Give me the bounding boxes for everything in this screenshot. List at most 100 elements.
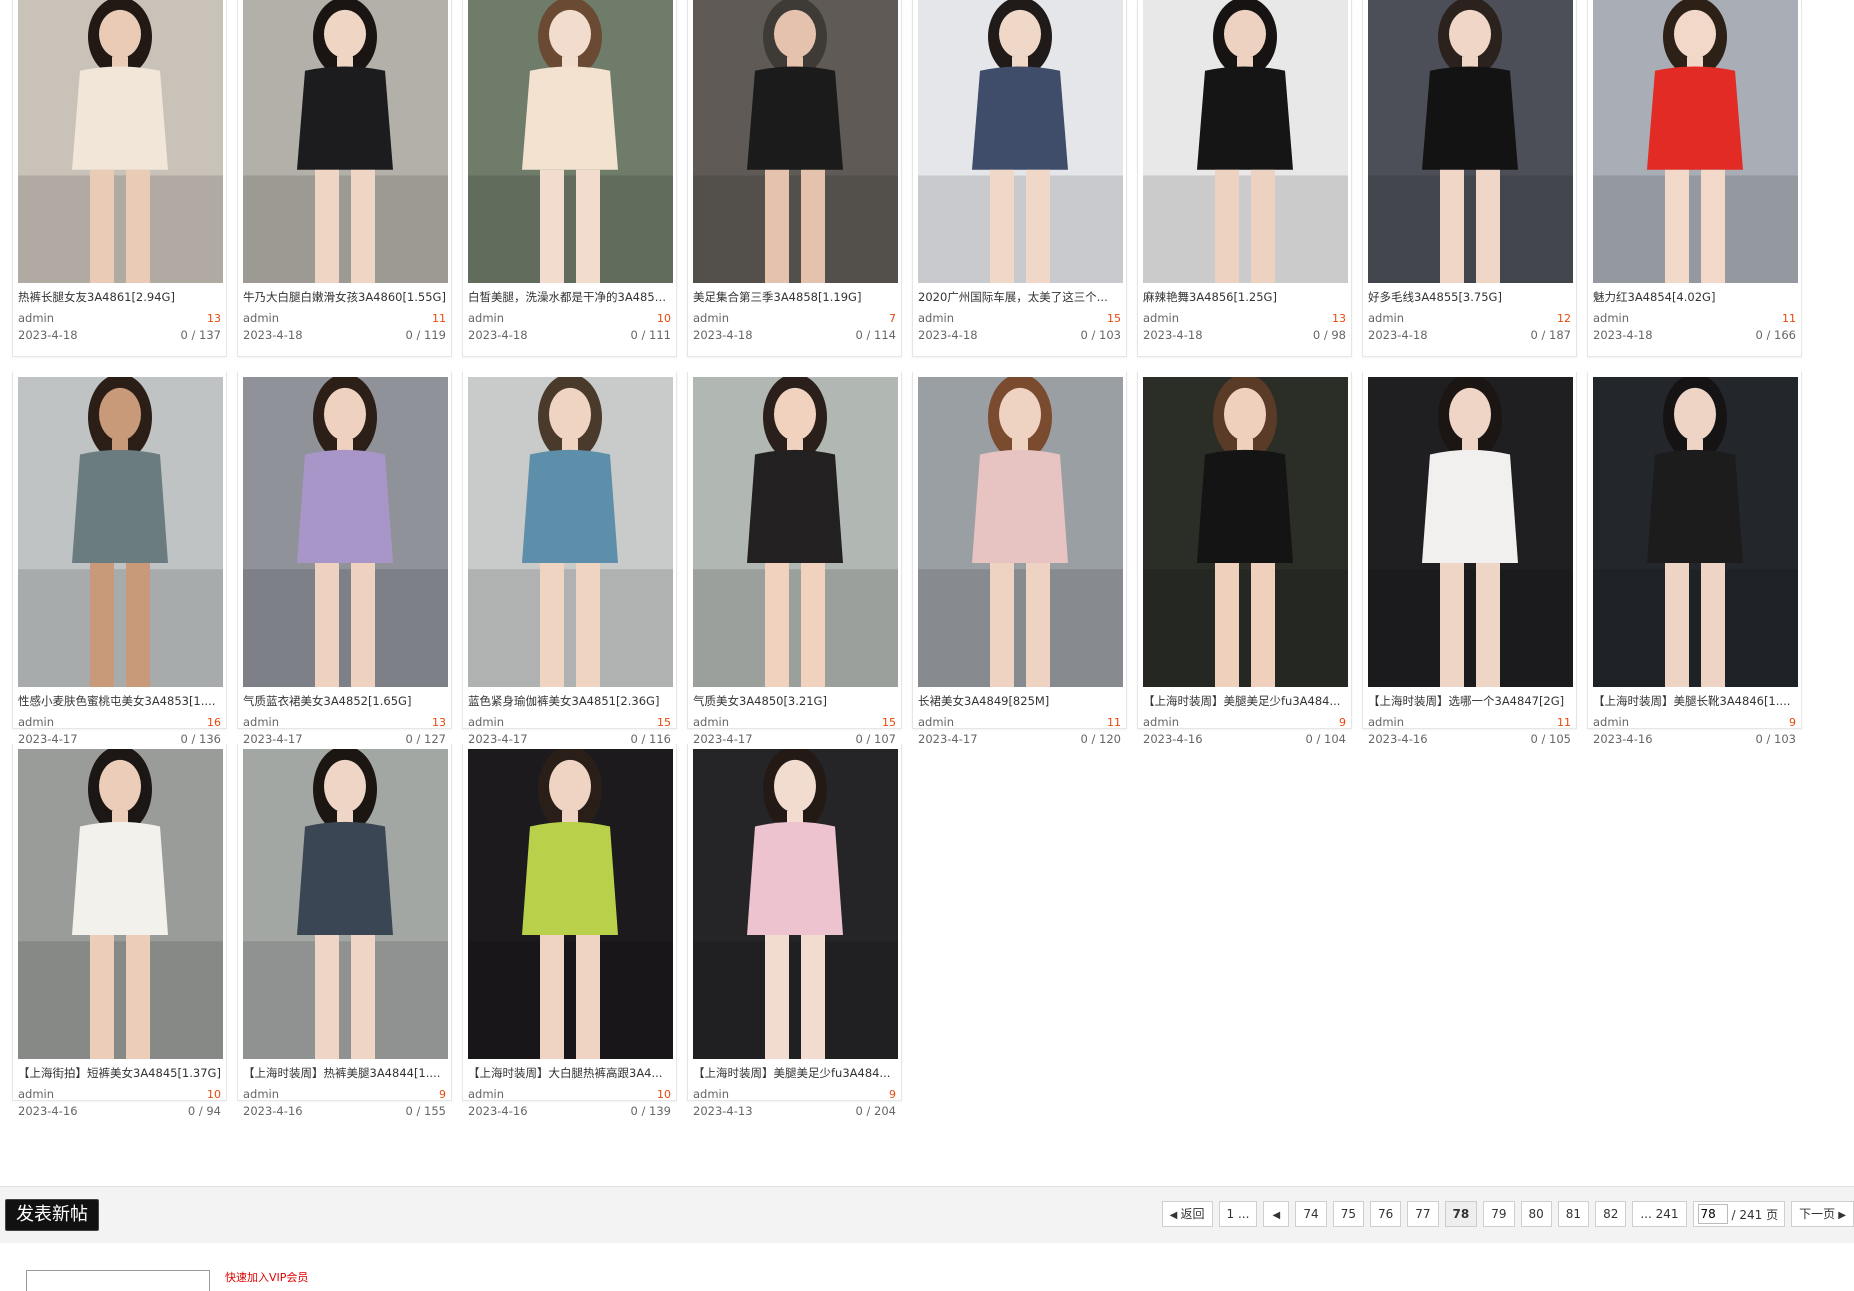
thread-date-line: 2023-4-18 0 / 166 <box>1593 327 1796 344</box>
current-page[interactable]: 78 <box>1444 1201 1478 1227</box>
thread-author[interactable]: admin <box>918 714 954 731</box>
thread-image-count: 9 <box>1789 716 1796 729</box>
thread-views: 0 / 166 <box>1755 328 1796 342</box>
thread-thumbnail[interactable] <box>18 377 223 687</box>
thread-author[interactable]: admin <box>243 714 279 731</box>
thread-thumbnail[interactable] <box>468 749 673 1059</box>
page-jump-input[interactable] <box>1697 1204 1728 1224</box>
thread-title[interactable]: 美足集合第三季3A4858[1.19G] <box>693 289 896 306</box>
thread-thumbnail[interactable] <box>243 749 448 1059</box>
page-link[interactable]: 81 <box>1557 1201 1590 1227</box>
page-link[interactable]: 82 <box>1595 1201 1627 1227</box>
thread-author[interactable]: admin <box>18 310 54 327</box>
thread-title[interactable]: 【上海时装周】美腿美足少fu3A484... <box>1143 693 1346 710</box>
thread-image-count: 12 <box>1557 312 1571 325</box>
thread-author[interactable]: admin <box>693 714 729 731</box>
thread-author-line: admin 11 <box>918 714 1121 731</box>
thread-image-count: 13 <box>207 312 221 325</box>
thread-title[interactable]: 气质美女3A4850[3.21G] <box>693 693 896 710</box>
thread-author[interactable]: admin <box>1593 310 1629 327</box>
thread-image-count: 13 <box>432 716 446 729</box>
thread-author[interactable]: admin <box>1143 714 1179 731</box>
last-page-link[interactable]: ... 241 <box>1632 1201 1687 1227</box>
thread-thumbnail[interactable] <box>243 377 448 687</box>
page-link[interactable]: 80 <box>1520 1201 1552 1227</box>
footer-note[interactable]: 快速加入VIP会员 <box>225 1269 308 1285</box>
thread-title[interactable]: 魅力红3A4854[4.02G] <box>1593 289 1796 306</box>
thread-title[interactable]: 【上海时装周】美腿美足少fu3A484... <box>693 1065 896 1082</box>
photo-placeholder <box>1368 377 1573 687</box>
thread-title[interactable]: 【上海时装周】美腿长靴3A4846[1.... <box>1593 693 1796 710</box>
thread-date-line: 2023-4-16 0 / 139 <box>468 1103 671 1120</box>
thread-thumbnail[interactable] <box>468 377 673 687</box>
first-page-link[interactable]: 1 ... <box>1218 1201 1258 1227</box>
next-page-button[interactable]: 下一页 ▶ <box>1791 1201 1854 1227</box>
thread-date: 2023-4-16 <box>243 1104 303 1118</box>
thread-card: 白皙美腿，洗澡水都是干净的3A4859... admin 10 2023-4-18 0 … <box>462 0 677 357</box>
thread-thumbnail[interactable] <box>1368 0 1573 283</box>
thread-title[interactable]: 【上海街拍】短裤美女3A4845[1.37G] <box>18 1065 221 1082</box>
thread-author[interactable]: admin <box>1368 714 1404 731</box>
thread-author[interactable]: admin <box>468 1086 504 1103</box>
thread-date: 2023-4-18 <box>693 328 753 342</box>
thread-thumbnail[interactable] <box>1593 377 1798 687</box>
thread-image-count: 9 <box>439 1088 446 1101</box>
thread-title[interactable]: 【上海时装周】大白腿热裤高跟3A4... <box>468 1065 671 1082</box>
thread-author[interactable]: admin <box>468 310 504 327</box>
thread-thumbnail[interactable] <box>243 0 448 283</box>
new-post-button[interactable]: 发表新帖 <box>5 1199 99 1231</box>
thread-title[interactable]: 热裤长腿女友3A4861[2.94G] <box>18 289 221 306</box>
thread-author[interactable]: admin <box>918 310 954 327</box>
thread-meta: 蓝色紧身瑜伽裤美女3A4851[2.36G] admin 15 2023-4-17 0 … <box>463 687 676 748</box>
thread-thumbnail[interactable] <box>1143 377 1348 687</box>
thread-author[interactable]: admin <box>693 310 729 327</box>
page-link[interactable]: 75 <box>1332 1201 1364 1227</box>
thread-author[interactable]: admin <box>1143 310 1179 327</box>
thread-title[interactable]: 好多毛线3A4855[3.75G] <box>1368 289 1571 306</box>
thread-thumbnail[interactable] <box>693 0 898 283</box>
thread-meta: 白皙美腿，洗澡水都是干净的3A4859... admin 10 2023-4-18 0 … <box>463 283 676 344</box>
thread-thumbnail[interactable] <box>918 0 1123 283</box>
thread-title[interactable]: 【上海时装周】热裤美腿3A4844[1.... <box>243 1065 446 1082</box>
thread-author[interactable]: admin <box>18 714 54 731</box>
thread-author[interactable]: admin <box>1593 714 1629 731</box>
thread-thumbnail[interactable] <box>1368 377 1573 687</box>
thread-views: 0 / 204 <box>855 1104 896 1118</box>
thread-title[interactable]: 白皙美腿，洗澡水都是干净的3A4859... <box>468 289 671 306</box>
page-link[interactable]: 77 <box>1407 1201 1439 1227</box>
page-link[interactable]: 74 <box>1295 1201 1327 1227</box>
thread-date-line: 2023-4-16 0 / 103 <box>1593 731 1796 748</box>
thread-title[interactable]: 【上海时装周】选哪一个3A4847[2G] <box>1368 693 1571 710</box>
thread-title[interactable]: 牛乃大白腿白嫩滑女孩3A4860[1.55G] <box>243 289 446 306</box>
prev-page-button[interactable]: ◀ <box>1263 1201 1290 1227</box>
thread-title[interactable]: 长裙美女3A4849[825M] <box>918 693 1121 710</box>
thread-author[interactable]: admin <box>243 310 279 327</box>
photo-placeholder <box>243 377 448 687</box>
thread-title[interactable]: 性感小麦肤色蜜桃屯美女3A4853[1.... <box>18 693 221 710</box>
thread-thumbnail[interactable] <box>1593 0 1798 283</box>
thread-thumbnail[interactable] <box>18 0 223 283</box>
thread-title[interactable]: 蓝色紧身瑜伽裤美女3A4851[2.36G] <box>468 693 671 710</box>
thread-title[interactable]: 2020广州国际车展，太美了这三个... <box>918 289 1121 306</box>
thread-thumbnail[interactable] <box>18 749 223 1059</box>
thread-row: 【上海街拍】短裤美女3A4845[1.37G] admin 10 2023-4-16 0… <box>12 744 1812 1118</box>
thread-thumbnail[interactable] <box>468 0 673 283</box>
thread-author-line: admin 10 <box>18 1086 221 1103</box>
thread-title[interactable]: 麻辣艳舞3A4856[1.25G] <box>1143 289 1346 306</box>
photo-placeholder <box>1593 0 1798 283</box>
thread-thumbnail[interactable] <box>693 749 898 1059</box>
thread-thumbnail[interactable] <box>918 377 1123 687</box>
page-link[interactable]: 76 <box>1369 1201 1402 1227</box>
thread-author[interactable]: admin <box>468 714 504 731</box>
page-link[interactable]: 79 <box>1483 1201 1515 1227</box>
photo-placeholder <box>693 749 898 1059</box>
back-button[interactable]: ◀ 返回 <box>1161 1201 1213 1227</box>
thread-author[interactable]: admin <box>1368 310 1404 327</box>
thread-author[interactable]: admin <box>693 1086 729 1103</box>
thread-title[interactable]: 气质蓝衣裙美女3A4852[1.65G] <box>243 693 446 710</box>
thread-card: 牛乃大白腿白嫩滑女孩3A4860[1.55G] admin 11 2023-4-18 0… <box>237 0 452 357</box>
thread-thumbnail[interactable] <box>693 377 898 687</box>
thread-author[interactable]: admin <box>18 1086 54 1103</box>
thread-thumbnail[interactable] <box>1143 0 1348 283</box>
thread-author[interactable]: admin <box>243 1086 279 1103</box>
